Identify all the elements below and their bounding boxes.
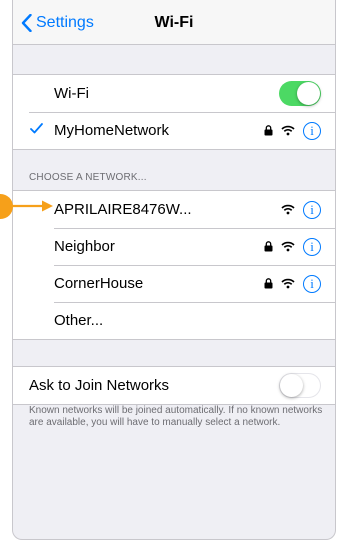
wifi-signal-icon [281, 204, 295, 215]
wifi-signal-icon [281, 241, 295, 252]
info-icon[interactable]: i [303, 121, 321, 140]
wifi-group: Wi-Fi MyHomeNetwork i [13, 74, 335, 150]
lock-icon [264, 241, 273, 252]
lock-icon [264, 125, 273, 136]
connected-network-row[interactable]: MyHomeNetwork i [13, 112, 335, 149]
ask-to-join-group: Ask to Join Networks [13, 366, 335, 405]
info-icon[interactable]: i [303, 200, 321, 219]
network-name: CornerHouse [54, 275, 144, 292]
wifi-signal-icon [281, 278, 295, 289]
toggle-knob [297, 82, 320, 105]
wifi-label: Wi-Fi [54, 85, 89, 102]
ask-to-join-toggle[interactable] [279, 373, 321, 398]
connected-network-name: MyHomeNetwork [54, 122, 170, 139]
ask-to-join-label: Ask to Join Networks [29, 377, 170, 394]
navigation-bar: Settings Wi-Fi [13, 0, 335, 45]
network-row[interactable]: APRILAIRE8476W... i [13, 191, 335, 228]
checkmark-icon [30, 123, 43, 134]
info-icon[interactable]: i [303, 237, 321, 256]
ask-to-join-row: Ask to Join Networks [13, 367, 335, 404]
choose-network-header: CHOOSE A NETWORK... [29, 172, 147, 183]
footer-note: Known networks will be joined automatica… [29, 405, 323, 428]
networks-group: APRILAIRE8476W... i Neighbor i CornerHou… [13, 190, 335, 340]
lock-icon [264, 278, 273, 289]
wifi-toggle[interactable] [279, 81, 321, 106]
page-title: Wi-Fi [154, 14, 194, 31]
network-name: APRILAIRE8476W... [54, 201, 192, 218]
other-network-row[interactable]: Other... [13, 302, 335, 339]
network-row[interactable]: Neighbor i [13, 228, 335, 265]
settings-screen: Settings Wi-Fi Wi-Fi MyHomeNetwork i CHO… [12, 0, 336, 540]
network-row[interactable]: CornerHouse i [13, 265, 335, 302]
callout-arrow-icon [12, 200, 53, 212]
toggle-knob [280, 374, 303, 397]
info-icon[interactable]: i [303, 274, 321, 293]
other-network-label: Other... [54, 312, 104, 329]
network-name: Neighbor [54, 238, 115, 255]
wifi-toggle-row: Wi-Fi [13, 75, 335, 112]
wifi-signal-icon [281, 125, 295, 136]
